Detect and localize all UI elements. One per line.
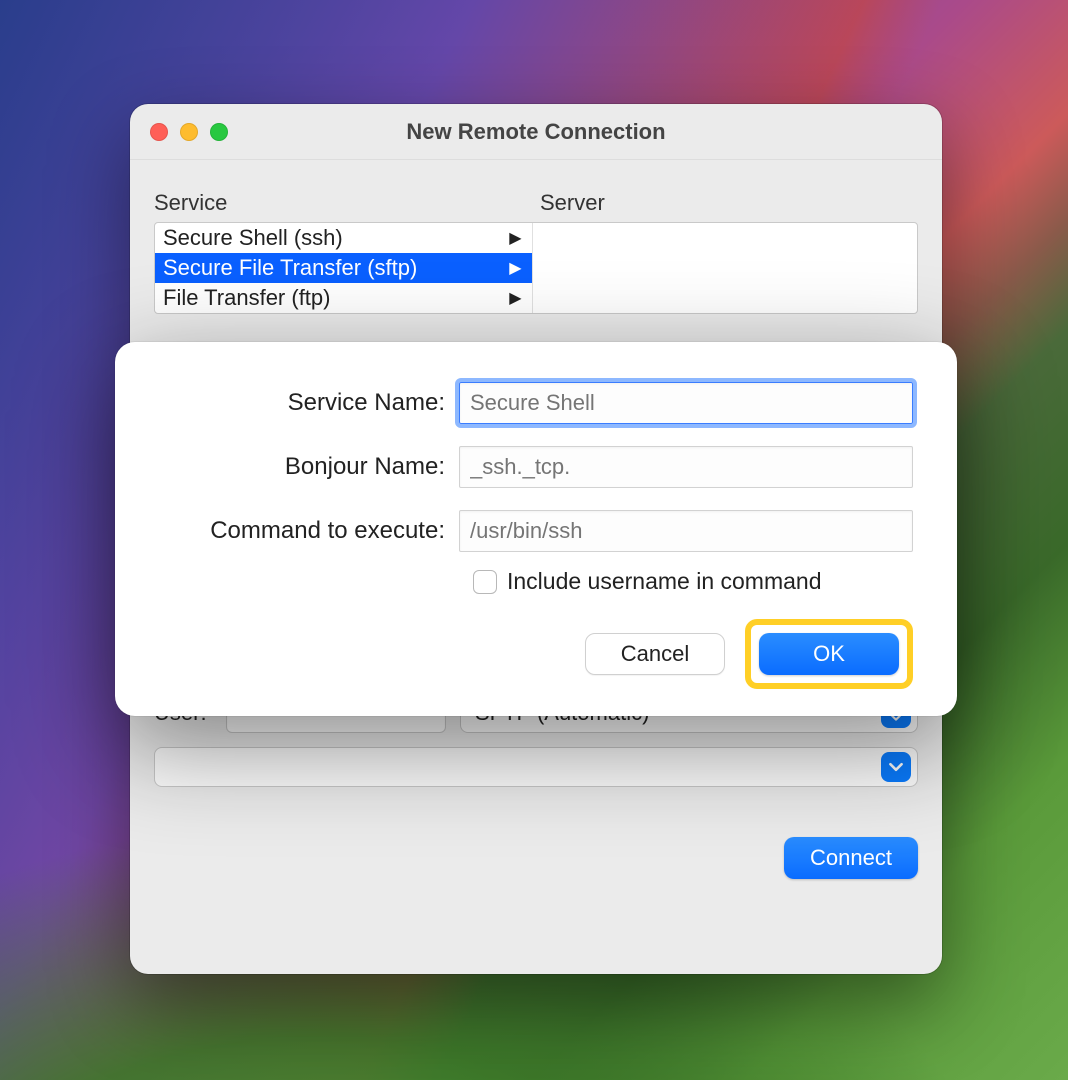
command-label: Command to execute: (159, 517, 459, 545)
server-column-header: Server (534, 190, 918, 216)
chevron-right-icon: ▶ (509, 258, 521, 278)
window-title: New Remote Connection (130, 119, 942, 145)
window-controls (150, 123, 228, 141)
service-list[interactable]: Secure Shell (ssh) ▶ Secure File Transfe… (155, 223, 533, 313)
add-service-sheet: Service Name: Bonjour Name: Command to e… (115, 342, 957, 716)
command-input[interactable] (459, 510, 913, 552)
minimize-icon[interactable] (180, 123, 198, 141)
bonjour-name-input[interactable] (459, 446, 913, 488)
list-item[interactable]: Secure File Transfer (sftp) ▶ (155, 253, 532, 283)
service-name-label: Service Name: (159, 389, 459, 417)
chevron-right-icon: ▶ (509, 288, 521, 308)
connect-button[interactable]: Connect (784, 837, 918, 879)
include-username-label: Include username in command (507, 568, 822, 595)
service-name-input[interactable] (459, 382, 913, 424)
service-item-label: File Transfer (ftp) (163, 285, 330, 311)
ok-highlight: OK (745, 619, 913, 689)
ok-button[interactable]: OK (759, 633, 899, 675)
cancel-button[interactable]: Cancel (585, 633, 725, 675)
service-item-label: Secure Shell (ssh) (163, 225, 343, 251)
include-username-checkbox[interactable] (473, 570, 497, 594)
chevron-right-icon: ▶ (509, 228, 521, 248)
titlebar: New Remote Connection (130, 104, 942, 160)
list-item[interactable]: File Transfer (ftp) ▶ (155, 283, 532, 313)
service-column-header: Service (154, 190, 534, 216)
bonjour-name-label: Bonjour Name: (159, 453, 459, 481)
chevron-down-icon (881, 752, 911, 782)
command-history-select[interactable] (154, 747, 918, 787)
service-server-lists: Secure Shell (ssh) ▶ Secure File Transfe… (154, 222, 918, 314)
server-list[interactable] (541, 223, 918, 313)
list-item[interactable]: Secure Shell (ssh) ▶ (155, 223, 532, 253)
service-item-label: Secure File Transfer (sftp) (163, 255, 417, 281)
zoom-icon[interactable] (210, 123, 228, 141)
close-icon[interactable] (150, 123, 168, 141)
